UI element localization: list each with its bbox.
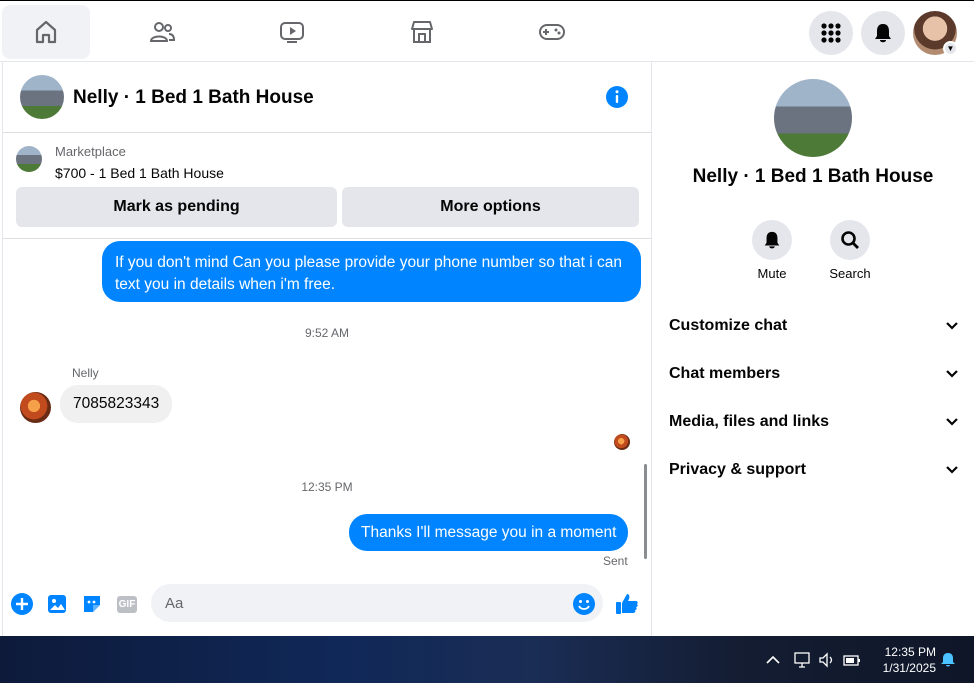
plus-circle-icon: [11, 593, 33, 615]
search-icon: [841, 231, 859, 249]
conversation-details-panel: Nelly · 1 Bed 1 Bath House Mute Search C…: [652, 62, 974, 636]
listing-thumbnail[interactable]: [16, 146, 42, 172]
info-icon[interactable]: [605, 85, 629, 109]
section-customize-chat[interactable]: Customize chat: [669, 311, 959, 341]
message-composer: GIF: [3, 574, 652, 636]
more-options-button[interactable]: More options: [342, 187, 639, 227]
message-outgoing[interactable]: Thanks I'll message you in a moment: [349, 514, 629, 551]
bell-icon: [764, 231, 780, 249]
nav-tab-home[interactable]: [2, 5, 90, 59]
timestamp-separator: 9:52 AM: [304, 326, 350, 340]
system-clock[interactable]: 12:35 PM 1/31/2025: [872, 644, 936, 676]
notifications-button[interactable]: [861, 11, 905, 55]
chat-scrollbar[interactable]: [644, 464, 647, 559]
video-icon: [280, 22, 304, 43]
volume-icon[interactable]: [818, 652, 836, 668]
nav-tab-video[interactable]: [248, 5, 336, 59]
message-status: Sent: [603, 554, 628, 568]
sender-name: Nelly: [72, 366, 99, 380]
conversation-details-avatar[interactable]: [774, 79, 852, 157]
home-icon: [35, 20, 57, 44]
bell-icon: [875, 24, 891, 43]
section-privacy-support[interactable]: Privacy & support: [669, 455, 959, 485]
clock-date: 1/31/2025: [882, 661, 936, 675]
chat-panel: Nelly · 1 Bed 1 Bath House Marketplace $…: [2, 62, 652, 636]
thumbs-up-icon: [616, 594, 638, 614]
gif-button[interactable]: GIF: [115, 592, 139, 616]
emoji-button[interactable]: [572, 592, 596, 616]
nav-tab-friends[interactable]: [118, 5, 206, 59]
gif-icon: GIF: [116, 595, 138, 613]
network-icon[interactable]: [794, 652, 812, 668]
timestamp-separator: 12:35 PM: [301, 480, 353, 494]
section-media-files-links[interactable]: Media, files and links: [669, 407, 959, 437]
message-input[interactable]: [151, 584, 603, 622]
nav-tab-marketplace[interactable]: [378, 5, 466, 59]
top-navigation: ▼: [0, 0, 974, 62]
add-attachment-button[interactable]: [10, 592, 34, 616]
section-label: Privacy & support: [669, 461, 806, 478]
windows-taskbar: 12:35 PM 1/31/2025: [0, 636, 974, 683]
conversation-title[interactable]: Nelly · 1 Bed 1 Bath House: [73, 87, 314, 109]
sticker-button[interactable]: [80, 592, 104, 616]
emoji-icon: [573, 593, 595, 615]
chevron-up-icon[interactable]: [764, 652, 782, 668]
search-label: Search: [829, 266, 871, 281]
marketplace-icon: [411, 21, 433, 43]
clock-time: 12:35 PM: [884, 645, 936, 659]
sender-avatar[interactable]: [20, 392, 51, 423]
message-incoming[interactable]: 7085823343: [60, 385, 173, 423]
section-chat-members[interactable]: Chat members: [669, 359, 959, 389]
section-label: Media, files and links: [669, 413, 830, 430]
section-label: Customize chat: [669, 317, 788, 334]
chevron-down-icon: [946, 322, 958, 330]
chevron-down-icon: [946, 370, 958, 378]
chat-header: Nelly · 1 Bed 1 Bath House: [3, 62, 652, 133]
chevron-down-icon: [946, 466, 958, 474]
marketplace-label: Marketplace: [55, 144, 126, 159]
chevron-down-icon[interactable]: ▼: [943, 41, 958, 56]
mark-as-pending-button[interactable]: Mark as pending: [16, 187, 337, 227]
mute-button[interactable]: Mute: [742, 220, 802, 281]
gaming-icon: [539, 24, 565, 40]
listing-title[interactable]: $700 - 1 Bed 1 Bath House: [55, 165, 224, 181]
section-label: Chat members: [669, 365, 781, 382]
battery-icon[interactable]: [843, 652, 861, 668]
chevron-down-icon: [946, 418, 958, 426]
like-button[interactable]: [615, 592, 639, 616]
search-conversation-button[interactable]: Search: [820, 220, 880, 281]
message-outgoing[interactable]: If you don't mind Can you please provide…: [102, 241, 641, 302]
notification-bell-icon[interactable]: [939, 652, 957, 668]
menu-grid-icon: [821, 23, 841, 43]
friends-icon: [149, 22, 175, 42]
photo-icon: [48, 595, 66, 613]
sticker-icon: [84, 596, 100, 612]
nav-tab-gaming[interactable]: [508, 5, 596, 59]
read-receipt-avatar: [614, 434, 630, 450]
marketplace-listing-bar: Marketplace $700 - 1 Bed 1 Bath House Ma…: [3, 134, 652, 239]
mute-label: Mute: [757, 266, 787, 281]
details-title: Nelly · 1 Bed 1 Bath House: [692, 166, 934, 187]
photo-button[interactable]: [45, 592, 69, 616]
menu-button[interactable]: [809, 11, 853, 55]
conversation-avatar[interactable]: [20, 75, 64, 119]
